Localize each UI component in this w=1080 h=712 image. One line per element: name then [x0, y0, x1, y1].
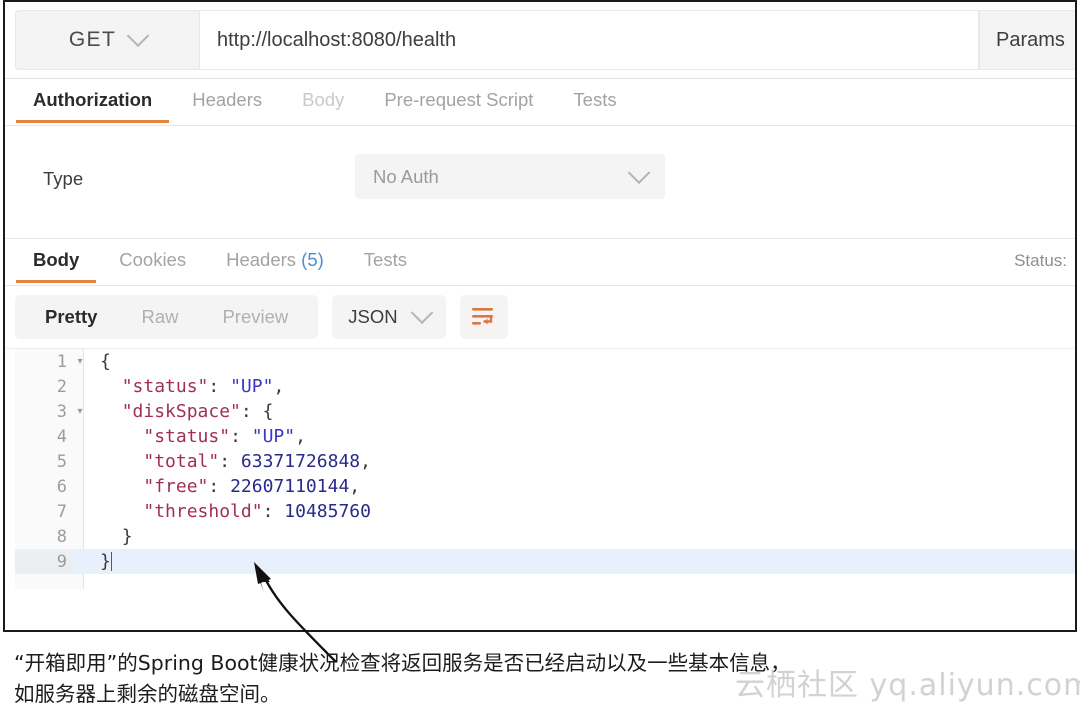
- code-line-text: }: [121, 526, 133, 547]
- code-line[interactable]: 1 ▾ {: [15, 349, 1075, 374]
- response-status-label: Status:: [1014, 251, 1067, 270]
- request-tab-strip: Authorization Headers Body Pre-request S…: [5, 79, 1075, 126]
- code-line[interactable]: 6 "free": 22607110144,: [15, 474, 1075, 499]
- line-number: 6: [56, 476, 67, 497]
- line-number: 1: [56, 351, 67, 372]
- code-line-text: {: [100, 351, 111, 372]
- auth-type-value: No Auth: [373, 165, 439, 187]
- url-text: http://localhost:8080/health: [217, 28, 457, 51]
- headers-count-badge: (5): [301, 249, 324, 270]
- tab-body[interactable]: Body: [282, 79, 364, 123]
- code-line[interactable]: 8 }: [15, 524, 1075, 549]
- chevron-down-icon: [410, 301, 433, 325]
- tab-tests-label: Tests: [573, 89, 617, 110]
- response-tab-headers[interactable]: Headers (5): [206, 239, 344, 283]
- code-line-text: "free": 22607110144,: [143, 476, 361, 497]
- tab-authorization[interactable]: Authorization: [13, 79, 172, 123]
- code-lines-container: 1 ▾{2 "status": "UP", 3 ▾ "diskSpace": {4 "…: [15, 349, 1075, 574]
- auth-type-dropdown[interactable]: No Auth: [355, 154, 665, 199]
- caption-line-1: “开箱即用”的Spring Boot健康状况检查将返回服务是否已经启动以及一些基…: [14, 651, 791, 675]
- tab-authorization-label: Authorization: [33, 89, 153, 110]
- url-input[interactable]: http://localhost:8080/health: [199, 10, 979, 70]
- response-tab-tests-label: Tests: [363, 249, 407, 270]
- word-wrap-icon: [471, 308, 493, 325]
- line-number: 8: [56, 526, 67, 547]
- response-tab-strip: Body Cookies Headers (5) Tests Status:: [5, 239, 1075, 286]
- auth-type-label: Type: [43, 168, 84, 189]
- tab-headers[interactable]: Headers: [172, 79, 282, 123]
- http-method-selector[interactable]: GET: [15, 10, 199, 70]
- tab-body-label: Body: [302, 89, 345, 110]
- code-line-text: "diskSpace": {: [121, 401, 274, 422]
- code-line-text: "status": "UP",: [121, 376, 285, 397]
- fold-toggle-icon[interactable]: ▾: [72, 349, 88, 374]
- postman-screenshot-frame: GET http://localhost:8080/health Params …: [3, 0, 1077, 632]
- view-mode-raw[interactable]: Raw: [119, 306, 200, 328]
- response-tab-cookies[interactable]: Cookies: [99, 239, 206, 283]
- caption-text: “开箱即用”的Spring Boot健康状况检查将返回服务是否已经启动以及一些基…: [14, 648, 1074, 710]
- response-view-toolbar: Pretty Raw Preview JSON: [5, 286, 1075, 348]
- params-button[interactable]: Params: [979, 10, 1075, 70]
- response-tab-cookies-label: Cookies: [119, 249, 187, 270]
- code-line[interactable]: 7 "threshold": 10485760: [15, 499, 1075, 524]
- caption-line-2: 如服务器上剩余的磁盘空间。: [14, 682, 281, 706]
- chevron-down-icon: [627, 160, 651, 184]
- code-line[interactable]: 2 "status": "UP",: [15, 374, 1075, 399]
- response-tab-body[interactable]: Body: [13, 239, 99, 283]
- chevron-down-icon: [126, 24, 150, 48]
- code-line[interactable]: 3 ▾ "diskSpace": {: [15, 399, 1075, 424]
- code-line-text: "threshold": 10485760: [143, 501, 371, 522]
- http-method-label: GET: [68, 28, 117, 51]
- tab-pre-request-script[interactable]: Pre-request Script: [364, 79, 553, 123]
- code-line-text: "status": "UP",: [143, 426, 306, 447]
- view-mode-preview[interactable]: Preview: [200, 306, 310, 328]
- tab-tests[interactable]: Tests: [553, 79, 636, 123]
- text-cursor: [110, 552, 112, 571]
- authorization-pane: Type No Auth: [5, 126, 1075, 239]
- fold-toggle-icon[interactable]: ▾: [72, 399, 88, 424]
- tab-headers-label: Headers: [192, 89, 263, 110]
- code-line-text: "total": 63371726848,: [143, 451, 371, 472]
- code-line[interactable]: 4 "status": "UP",: [15, 424, 1075, 449]
- response-tab-body-label: Body: [33, 249, 80, 270]
- line-number: 5: [56, 451, 67, 472]
- params-label: Params: [996, 28, 1065, 51]
- response-format-value: JSON: [348, 306, 398, 327]
- response-body-editor[interactable]: 1 ▾{2 "status": "UP", 3 ▾ "diskSpace": {4 "…: [5, 348, 1075, 589]
- line-number: 3: [56, 401, 67, 422]
- code-line[interactable]: 5 "total": 63371726848,: [15, 449, 1075, 474]
- line-number: 7: [56, 501, 67, 522]
- view-mode-pretty[interactable]: Pretty: [23, 306, 119, 328]
- response-tab-tests[interactable]: Tests: [344, 239, 427, 283]
- response-format-dropdown[interactable]: JSON: [332, 295, 446, 339]
- code-line-text: }: [100, 551, 112, 572]
- word-wrap-button[interactable]: [459, 295, 508, 339]
- line-number: 2: [56, 376, 67, 397]
- request-url-bar: GET http://localhost:8080/health Params: [5, 2, 1075, 79]
- response-tab-headers-label: Headers: [226, 249, 297, 270]
- view-mode-segmented-control: Pretty Raw Preview: [15, 295, 319, 339]
- line-number: 4: [56, 426, 67, 447]
- tab-pre-request-script-label: Pre-request Script: [384, 89, 534, 110]
- code-line[interactable]: 9}: [15, 549, 1075, 574]
- line-number: 9: [15, 551, 72, 572]
